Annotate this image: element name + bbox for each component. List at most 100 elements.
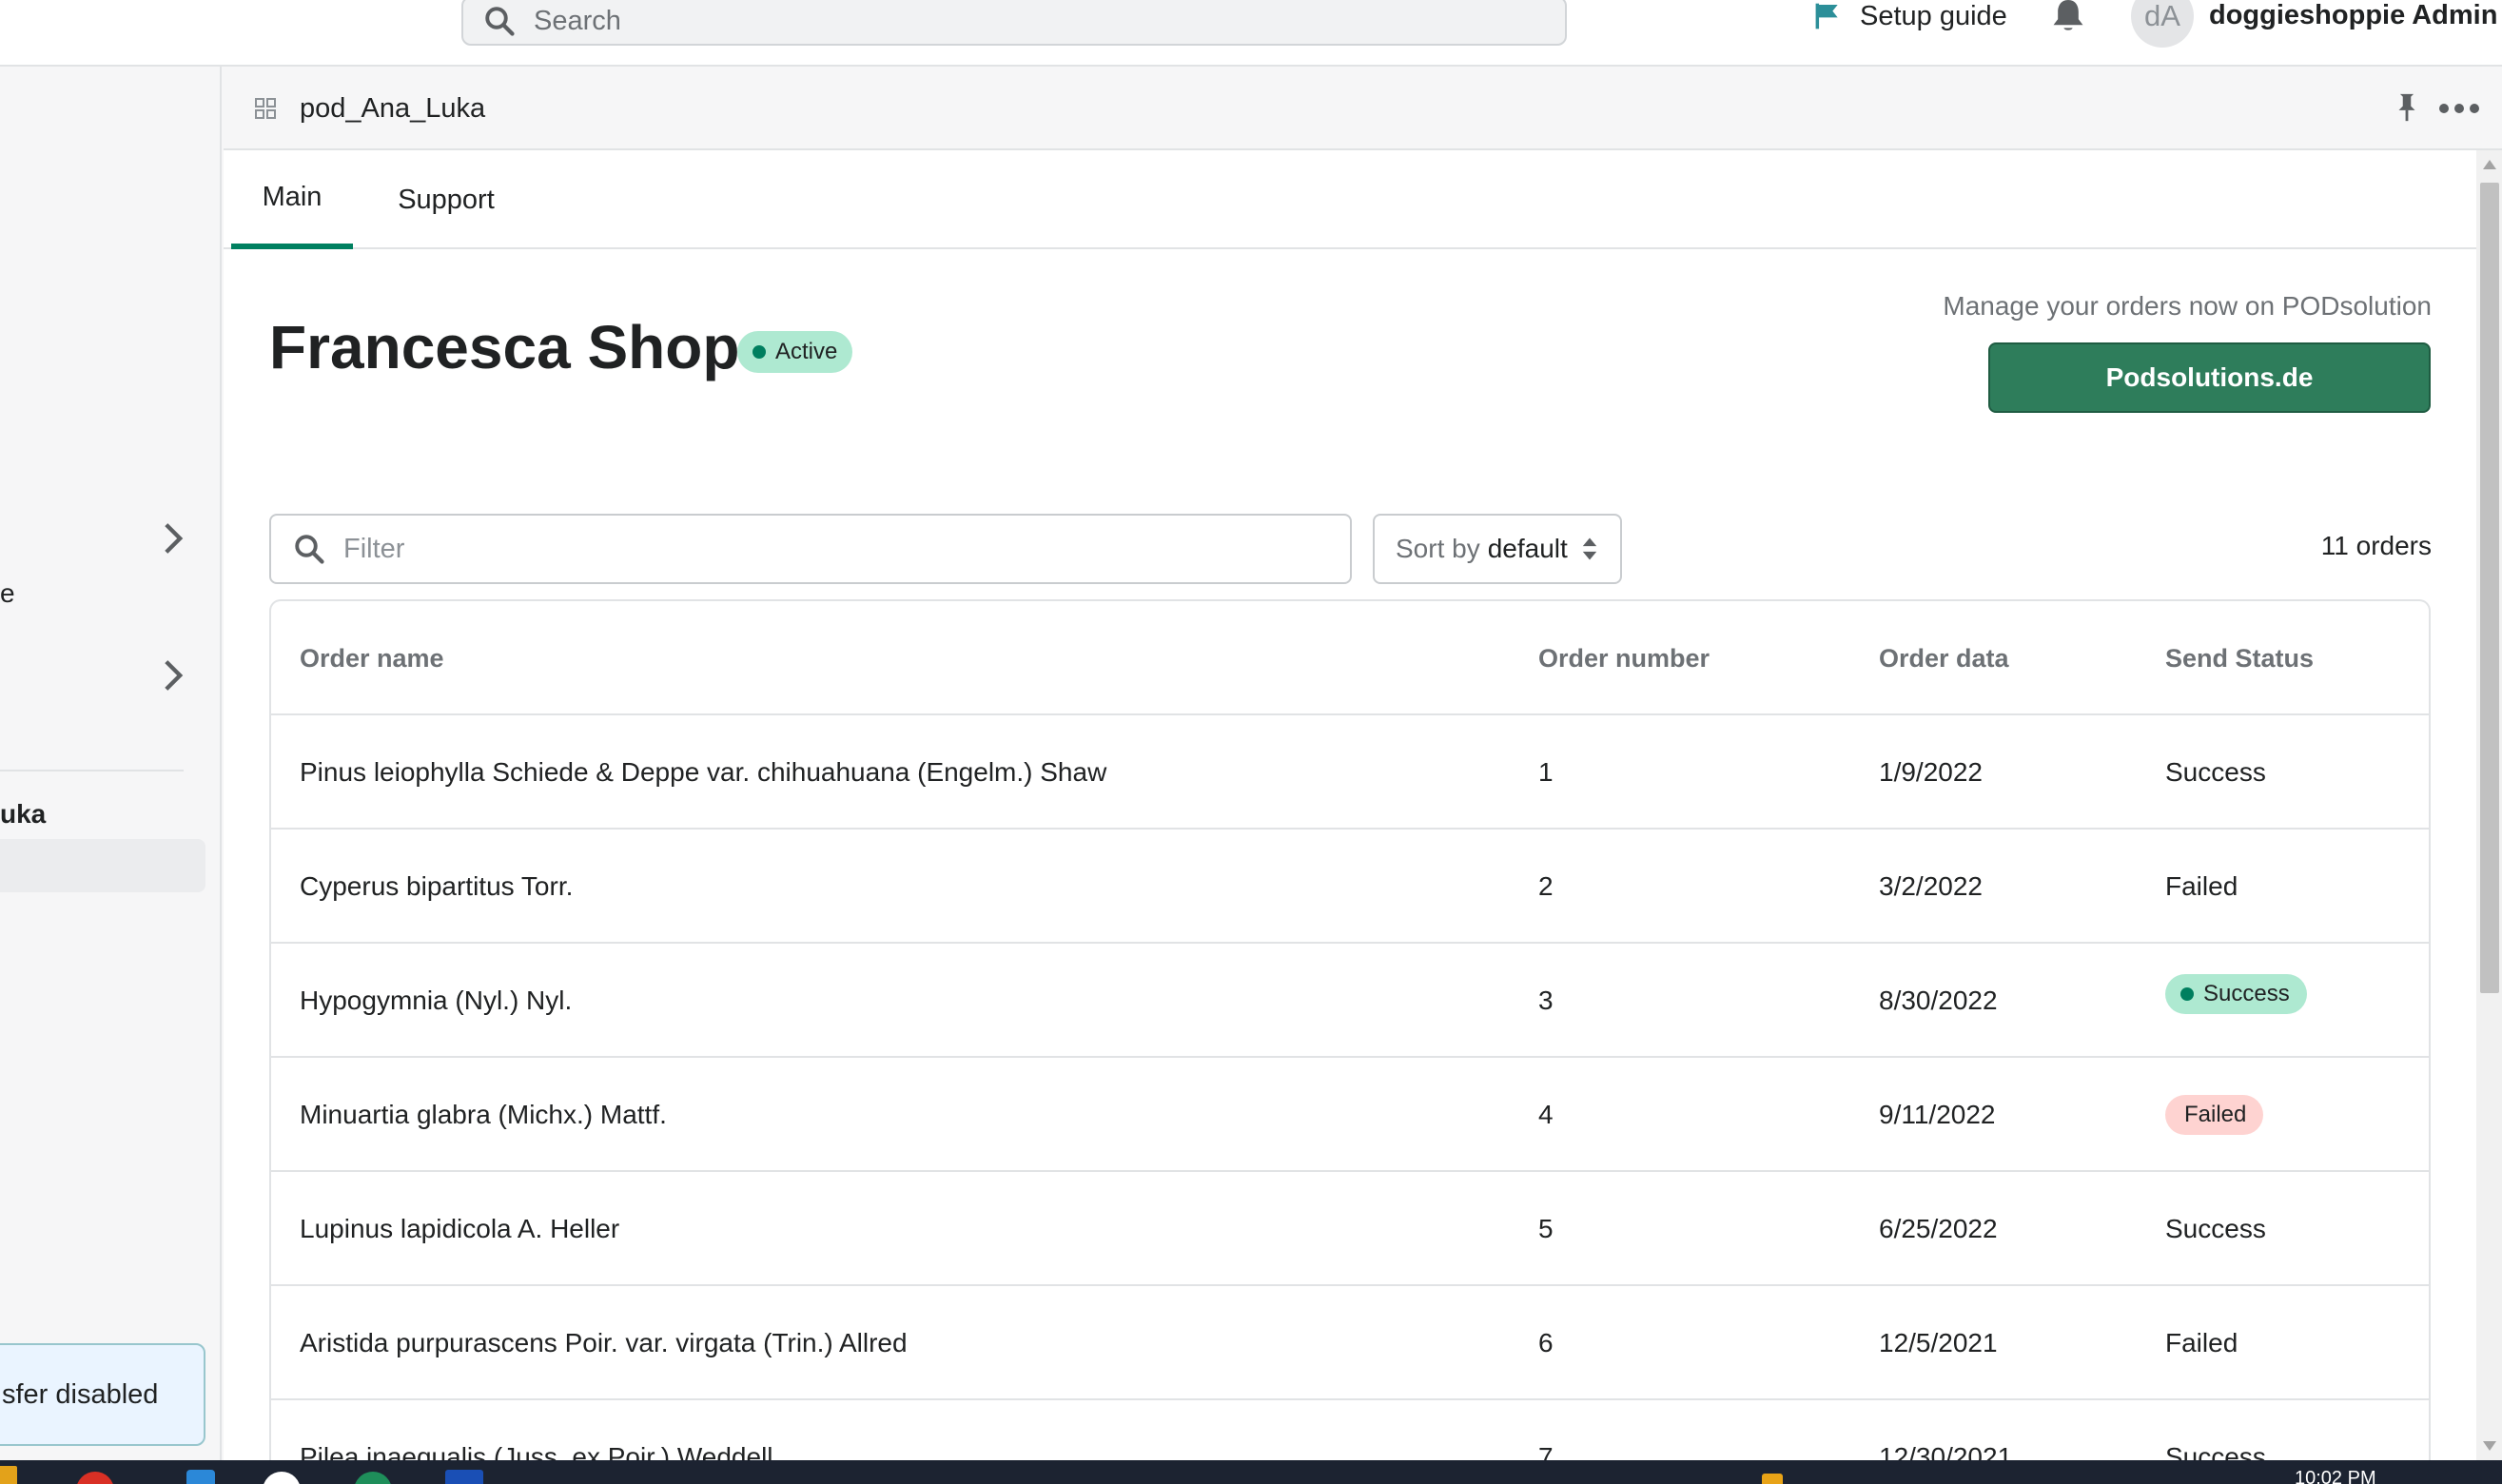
column-header-order-name[interactable]: Order name	[300, 601, 444, 715]
order-name-cell: Hypogymnia (Nyl.) Nyl.	[300, 986, 573, 1015]
send-status-cell: Failed	[2165, 871, 2238, 901]
order-number-cell: 6	[1538, 1328, 1554, 1357]
orders-table: Order name Order number Order data Send …	[269, 599, 2431, 1460]
scroll-down-arrow-icon[interactable]	[2483, 1441, 2496, 1451]
flag-icon	[1815, 3, 1838, 29]
setup-guide-label: Setup guide	[1860, 0, 2007, 31]
avatar-initials: dA	[2144, 0, 2180, 32]
failed-badge-label: Failed	[2184, 1102, 2247, 1127]
order-number-cell: 1	[1538, 757, 1554, 787]
search-icon	[485, 7, 515, 36]
folder-icon[interactable]	[0, 1466, 17, 1484]
order-name-cell: Minuartia glabra (Michx.) Mattf.	[300, 1100, 667, 1129]
order-date-cell: 6/25/2022	[1879, 1214, 1998, 1243]
search-placeholder: Search	[534, 5, 621, 36]
filter-placeholder: Filter	[343, 533, 405, 564]
status-badge: Active	[737, 331, 853, 373]
send-status-cell: Success	[2165, 757, 2266, 787]
order-name-cell: Pinus leiophylla Schiede & Deppe var. ch…	[300, 757, 1107, 787]
status-badge-label: Active	[775, 339, 838, 364]
order-date-cell: 1/9/2022	[1879, 757, 1983, 787]
chevron-right-icon[interactable]	[160, 521, 186, 556]
send-status-cell: Failed	[2165, 1058, 2264, 1172]
success-badge-label: Success	[2203, 981, 2290, 1006]
table-row[interactable]: Cyperus bipartitus Torr. 2 3/2/2022 Fail…	[271, 830, 2429, 944]
column-header-order-data[interactable]: Order data	[1879, 601, 2009, 715]
more-options-icon[interactable]	[2438, 103, 2480, 114]
filter-input[interactable]: Filter	[269, 514, 1352, 584]
taskbar-clock[interactable]: 10:02 PM	[2295, 1468, 2376, 1484]
send-status-cell: Failed	[2165, 1328, 2238, 1357]
transfer-disabled-banner: sfer disabled	[0, 1343, 205, 1446]
order-name-cell: Cyperus bipartitus Torr.	[300, 871, 574, 901]
order-number-cell: 4	[1538, 1100, 1554, 1129]
tab-support[interactable]: Support	[387, 150, 505, 249]
scrollbar-thumb[interactable]	[2480, 183, 2499, 993]
app-icon[interactable]	[354, 1472, 392, 1484]
order-date-cell: 12/30/2021	[1879, 1442, 2013, 1460]
global-search-input[interactable]: Search	[461, 0, 1567, 46]
failed-badge: Failed	[2165, 1095, 2264, 1135]
table-header: Order name Order number Order data Send …	[271, 601, 2429, 715]
user-name[interactable]: doggieshoppie Admin	[2209, 0, 2497, 30]
os-taskbar: 10:02 PM	[0, 1460, 2502, 1484]
sidebar-item-selected[interactable]	[0, 839, 205, 892]
order-name-cell: Aristida purpurascens Poir. var. virgata…	[300, 1328, 908, 1357]
tab-bar: Main Support	[224, 150, 2476, 249]
chrome-icon[interactable]	[76, 1472, 114, 1484]
avatar[interactable]: dA	[2131, 0, 2194, 48]
left-sidebar: e uka sfer disabled	[0, 67, 222, 1460]
tray-icon[interactable]	[1762, 1474, 1783, 1484]
table-row[interactable]: Minuartia glabra (Michx.) Mattf. 4 9/11/…	[271, 1058, 2429, 1172]
page-title: Francesca Shop	[269, 313, 740, 381]
order-date-cell: 12/5/2021	[1879, 1328, 1998, 1357]
chevron-right-icon[interactable]	[160, 658, 186, 693]
pin-icon[interactable]	[2393, 91, 2421, 124]
main-content: Main Support Francesca Shop Active Manag…	[224, 150, 2476, 1460]
order-number-cell: 7	[1538, 1442, 1554, 1460]
order-number-cell: 5	[1538, 1214, 1554, 1243]
podsolutions-button[interactable]: Podsolutions.de	[1988, 342, 2431, 413]
sort-value: default	[1487, 534, 1568, 563]
notifications-bell-icon[interactable]	[2049, 0, 2087, 32]
order-name-cell: Lupinus lapidicola A. Heller	[300, 1214, 620, 1243]
column-header-order-number[interactable]: Order number	[1538, 601, 1710, 715]
sort-select[interactable]: Sort by default	[1373, 514, 1622, 584]
setup-guide-link[interactable]: Setup guide	[1812, 0, 2007, 32]
table-row[interactable]: Pilea inaequalis (Juss. ex Poir.) Weddel…	[271, 1400, 2429, 1460]
order-date-cell: 8/30/2022	[1879, 986, 1998, 1015]
send-status-cell: Success	[2165, 1442, 2266, 1460]
status-dot-icon	[2180, 987, 2194, 1001]
app-icon	[255, 98, 276, 119]
send-status-cell: Success	[2165, 1214, 2266, 1243]
app-icon[interactable]	[445, 1470, 483, 1484]
column-header-send-status[interactable]: Send Status	[2165, 601, 2314, 715]
order-date-cell: 3/2/2022	[1879, 871, 1983, 901]
order-date-cell: 9/11/2022	[1879, 1100, 1996, 1129]
table-row[interactable]: Hypogymnia (Nyl.) Nyl. 3 8/30/2022 Succe…	[271, 944, 2429, 1058]
tab-main[interactable]: Main	[231, 150, 353, 249]
banner-text: sfer disabled	[2, 1378, 159, 1410]
app-title: pod_Ana_Luka	[300, 93, 486, 124]
success-badge: Success	[2165, 974, 2307, 1014]
vertical-scrollbar[interactable]	[2476, 150, 2502, 1460]
order-name-cell: Pilea inaequalis (Juss. ex Poir.) Weddel…	[300, 1442, 773, 1460]
table-row[interactable]: Aristida purpurascens Poir. var. virgata…	[271, 1286, 2429, 1400]
sidebar-divider	[0, 770, 184, 771]
vscode-icon[interactable]	[186, 1470, 215, 1484]
send-status-cell: Success	[2165, 944, 2307, 1058]
scroll-up-arrow-icon[interactable]	[2483, 160, 2496, 169]
sidebar-app-item[interactable]: uka	[0, 799, 46, 830]
sidebar-item-partial[interactable]: e	[0, 578, 15, 609]
status-dot-icon	[753, 345, 766, 359]
manage-orders-text: Manage your orders now on PODsolution	[1943, 291, 2432, 321]
order-number-cell: 3	[1538, 986, 1554, 1015]
sort-label: Sort by	[1396, 534, 1480, 563]
order-count: 11 orders	[2320, 531, 2432, 560]
table-row[interactable]: Lupinus lapidicola A. Heller 5 6/25/2022…	[271, 1172, 2429, 1286]
app-icon[interactable]	[263, 1472, 301, 1484]
table-row[interactable]: Pinus leiophylla Schiede & Deppe var. ch…	[271, 715, 2429, 830]
search-icon	[295, 535, 324, 564]
sort-arrows-icon	[1582, 537, 1597, 560]
top-bar: Search Setup guide dA doggieshoppie Admi…	[0, 0, 2502, 67]
